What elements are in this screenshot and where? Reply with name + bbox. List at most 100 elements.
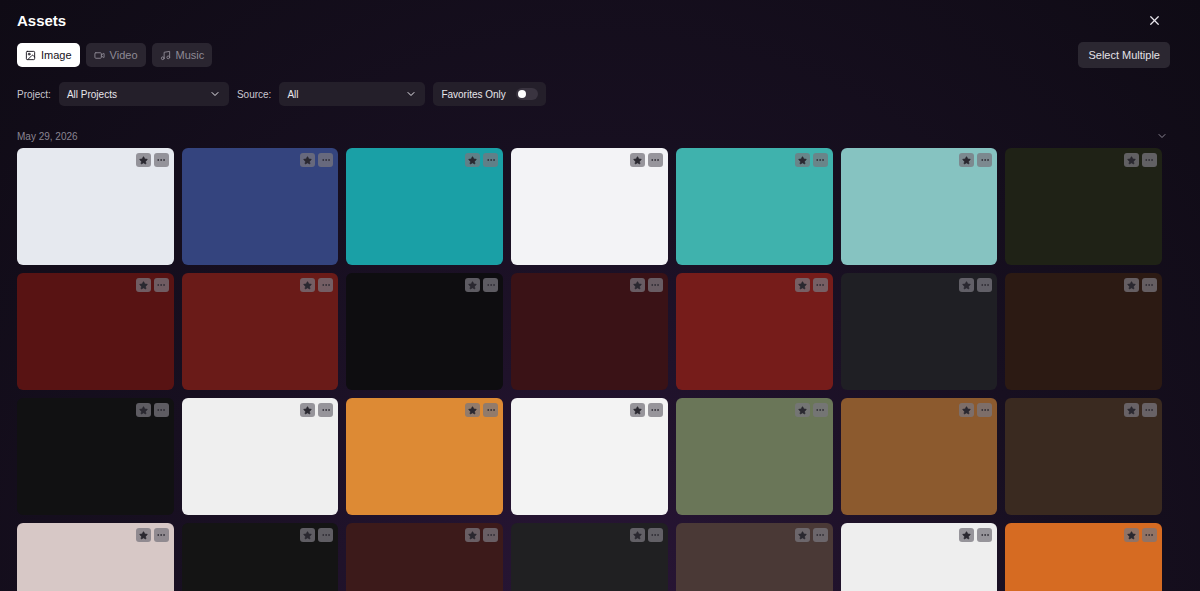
favorite-button[interactable] (465, 528, 480, 542)
asset-card[interactable] (1005, 273, 1162, 390)
favorite-button[interactable] (136, 278, 151, 292)
asset-card[interactable] (511, 273, 668, 390)
asset-card[interactable] (346, 398, 503, 515)
more-button[interactable] (813, 278, 828, 292)
more-button[interactable] (977, 278, 992, 292)
favorite-button[interactable] (136, 153, 151, 167)
more-button[interactable] (483, 528, 498, 542)
asset-card[interactable] (17, 398, 174, 515)
favorite-button[interactable] (136, 528, 151, 542)
favorite-button[interactable] (465, 153, 480, 167)
more-button[interactable] (648, 153, 663, 167)
favorite-button[interactable] (465, 278, 480, 292)
favorite-button[interactable] (300, 153, 315, 167)
more-button[interactable] (154, 528, 169, 542)
more-button[interactable] (977, 528, 992, 542)
more-icon (650, 405, 660, 415)
favorite-button[interactable] (630, 278, 645, 292)
asset-card[interactable] (676, 273, 833, 390)
asset-card[interactable] (1005, 398, 1162, 515)
more-button[interactable] (318, 403, 333, 417)
favorite-button[interactable] (1124, 403, 1139, 417)
favorites-switch[interactable] (516, 88, 538, 100)
asset-card[interactable] (511, 398, 668, 515)
favorite-button[interactable] (959, 153, 974, 167)
group-header[interactable]: May 29, 2026 (0, 118, 1200, 142)
asset-card[interactable] (676, 398, 833, 515)
select-multiple-button[interactable]: Select Multiple (1078, 42, 1170, 68)
favorite-button[interactable] (1124, 278, 1139, 292)
more-button[interactable] (977, 153, 992, 167)
more-button[interactable] (977, 403, 992, 417)
close-button[interactable] (1145, 11, 1164, 30)
star-icon (303, 281, 312, 290)
asset-card[interactable] (346, 523, 503, 591)
asset-card[interactable] (841, 148, 998, 265)
asset-card[interactable] (346, 273, 503, 390)
more-button[interactable] (154, 403, 169, 417)
favorite-button[interactable] (630, 153, 645, 167)
more-icon (1144, 405, 1154, 415)
asset-card[interactable] (676, 523, 833, 591)
more-button[interactable] (813, 153, 828, 167)
asset-card[interactable] (1005, 523, 1162, 591)
asset-card[interactable] (511, 523, 668, 591)
asset-card[interactable] (841, 273, 998, 390)
more-button[interactable] (318, 528, 333, 542)
more-button[interactable] (648, 403, 663, 417)
more-icon (156, 530, 166, 540)
favorite-button[interactable] (795, 278, 810, 292)
favorite-button[interactable] (795, 528, 810, 542)
more-button[interactable] (648, 278, 663, 292)
more-button[interactable] (1142, 278, 1157, 292)
more-button[interactable] (1142, 528, 1157, 542)
asset-card[interactable] (17, 273, 174, 390)
asset-card[interactable] (17, 148, 174, 265)
more-button[interactable] (1142, 153, 1157, 167)
asset-card[interactable] (841, 523, 998, 591)
favorite-button[interactable] (959, 403, 974, 417)
more-button[interactable] (813, 528, 828, 542)
favorite-button[interactable] (300, 278, 315, 292)
asset-card[interactable] (17, 523, 174, 591)
favorite-button[interactable] (630, 403, 645, 417)
favorite-button[interactable] (300, 403, 315, 417)
favorite-button[interactable] (959, 278, 974, 292)
more-icon (815, 155, 825, 165)
asset-card[interactable] (676, 148, 833, 265)
more-button[interactable] (154, 153, 169, 167)
favorite-button[interactable] (959, 528, 974, 542)
source-label: Source: (237, 89, 271, 100)
asset-card[interactable] (182, 273, 339, 390)
asset-card[interactable] (182, 398, 339, 515)
more-button[interactable] (483, 403, 498, 417)
more-button[interactable] (483, 153, 498, 167)
tab[interactable]: Music (152, 43, 213, 67)
asset-card[interactable] (841, 398, 998, 515)
more-button[interactable] (648, 528, 663, 542)
project-dropdown[interactable]: All Projects (59, 82, 229, 106)
favorite-button[interactable] (136, 403, 151, 417)
favorite-button[interactable] (1124, 528, 1139, 542)
more-button[interactable] (318, 153, 333, 167)
more-button[interactable] (1142, 403, 1157, 417)
tab[interactable]: Video (86, 43, 146, 67)
more-button[interactable] (483, 278, 498, 292)
more-button[interactable] (318, 278, 333, 292)
favorite-button[interactable] (795, 403, 810, 417)
favorite-button[interactable] (465, 403, 480, 417)
more-button[interactable] (813, 403, 828, 417)
favorite-button[interactable] (630, 528, 645, 542)
asset-card[interactable] (511, 148, 668, 265)
tab[interactable]: Image (17, 43, 80, 67)
source-dropdown[interactable]: All (279, 82, 425, 106)
asset-card[interactable] (1005, 148, 1162, 265)
asset-card[interactable] (182, 523, 339, 591)
favorite-button[interactable] (300, 528, 315, 542)
asset-card[interactable] (346, 148, 503, 265)
star-icon (633, 156, 642, 165)
favorite-button[interactable] (1124, 153, 1139, 167)
favorite-button[interactable] (795, 153, 810, 167)
asset-card[interactable] (182, 148, 339, 265)
more-button[interactable] (154, 278, 169, 292)
